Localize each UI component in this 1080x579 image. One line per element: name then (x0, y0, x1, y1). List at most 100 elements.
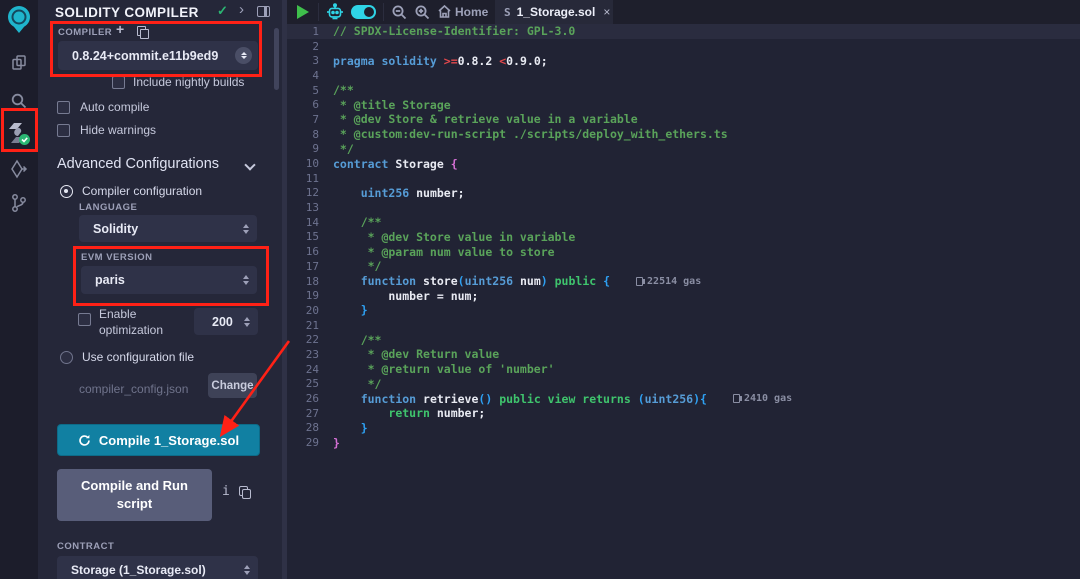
code-line[interactable]: 17 */ (287, 259, 1080, 274)
evm-version-value: paris (81, 273, 243, 287)
contract-select[interactable]: Storage (1_Storage.sol) (57, 556, 258, 579)
compiler-configuration-radio[interactable] (60, 185, 73, 198)
code-line[interactable]: 12 uint256 number; (287, 186, 1080, 201)
info-icon[interactable]: i (222, 484, 230, 499)
line-number: 10 (287, 157, 333, 170)
git-branch-icon[interactable] (0, 186, 38, 220)
code-line[interactable]: 1// SPDX-License-Identifier: GPL-3.0 (287, 24, 1080, 39)
code-line[interactable]: 26 function retrieve() public view retur… (287, 391, 1080, 406)
code-line[interactable]: 14 /** (287, 215, 1080, 230)
language-label: LANGUAGE (79, 202, 137, 213)
select-stepper-icon (244, 565, 250, 575)
code-line[interactable]: 21 (287, 318, 1080, 333)
code-line[interactable]: 4 (287, 68, 1080, 83)
code-line[interactable]: 6 * @title Storage (287, 97, 1080, 112)
search-icon[interactable] (0, 84, 38, 118)
deploy-run-icon[interactable] (0, 152, 38, 186)
line-number: 17 (287, 260, 333, 273)
code-line[interactable]: 29} (287, 435, 1080, 450)
tab-1-storage-sol[interactable]: S 1_Storage.sol × (495, 0, 613, 24)
refresh-icon (78, 434, 91, 447)
tab-filename: 1_Storage.sol (517, 5, 596, 19)
use-configuration-file-radio[interactable] (60, 351, 73, 364)
line-number: 29 (287, 436, 333, 449)
line-number: 9 (287, 142, 333, 155)
code-line[interactable]: 18 function store(uint256 num) public {2… (287, 274, 1080, 289)
enable-optimization-label: Enable optimization (99, 307, 183, 338)
zoom-out-icon[interactable] (391, 4, 408, 26)
code-line[interactable]: 27 return number; (287, 406, 1080, 421)
auto-compile-checkbox[interactable] (57, 101, 70, 114)
add-compiler-icon[interactable]: + (116, 21, 124, 37)
panel-scrollbar[interactable] (274, 28, 279, 90)
nightly-builds-checkbox[interactable] (112, 76, 125, 89)
gas-pump-icon (636, 277, 643, 286)
compiler-version-select[interactable]: 0.8.24+commit.e11b9ed9 (58, 41, 258, 70)
line-number: 21 (287, 319, 333, 332)
compile-button[interactable]: Compile 1_Storage.sol (57, 424, 260, 456)
home-tab-label[interactable]: Home (455, 5, 488, 19)
code-editor: Home S 1_Storage.sol × 1// SPDX-License-… (287, 0, 1080, 579)
line-number: 22 (287, 333, 333, 346)
code-line[interactable]: 16 * @param num value to store (287, 244, 1080, 259)
panel-title: SOLIDITY COMPILER (55, 5, 199, 20)
line-number: 24 (287, 363, 333, 376)
line-number: 8 (287, 128, 333, 141)
chevron-down-icon[interactable] (244, 159, 255, 170)
line-number: 16 (287, 245, 333, 258)
code-line[interactable]: 23 * @dev Return value (287, 347, 1080, 362)
nightly-builds-label: Include nightly builds (133, 75, 244, 89)
optimization-runs-input[interactable]: 200 (194, 308, 258, 335)
hide-warnings-checkbox[interactable] (57, 124, 70, 137)
chevron-right-icon[interactable]: › (239, 1, 244, 18)
copy-version-icon[interactable] (137, 26, 146, 36)
code-line[interactable]: 5/** (287, 83, 1080, 98)
pin-panel-icon[interactable] (257, 6, 270, 17)
line-number: 5 (287, 84, 333, 97)
change-config-button[interactable]: Change (208, 373, 257, 398)
language-select[interactable]: Solidity (79, 215, 257, 242)
code-line[interactable]: 24 * @return value of 'number' (287, 362, 1080, 377)
code-line[interactable]: 7 * @dev Store & retrieve value in a var… (287, 112, 1080, 127)
code-line[interactable]: 3pragma solidity >=0.8.2 <0.9.0; (287, 53, 1080, 68)
code-line[interactable]: 9 */ (287, 142, 1080, 157)
contract-value: Storage (1_Storage.sol) (57, 563, 244, 577)
remix-logo[interactable] (0, 2, 38, 36)
solidity-file-icon: S (504, 6, 511, 19)
code-line[interactable]: 8 * @custom:dev-run-script ./scripts/dep… (287, 127, 1080, 142)
contract-label: CONTRACT (57, 541, 114, 552)
evm-version-select[interactable]: paris (81, 266, 257, 294)
code-line[interactable]: 19 number = num; (287, 288, 1080, 303)
line-number: 15 (287, 230, 333, 243)
code-line[interactable]: 15 * @dev Store value in variable (287, 230, 1080, 245)
code-line[interactable]: 20 } (287, 303, 1080, 318)
code-line[interactable]: 25 */ (287, 377, 1080, 392)
line-number: 11 (287, 172, 333, 185)
tab-close-icon[interactable]: × (603, 5, 610, 19)
solidity-compiler-icon[interactable] (0, 116, 38, 150)
evm-version-label: EVM VERSION (81, 252, 153, 263)
line-number: 12 (287, 186, 333, 199)
home-icon[interactable] (437, 4, 452, 24)
enable-optimization-checkbox[interactable] (78, 313, 91, 326)
code-line[interactable]: 10contract Storage { (287, 156, 1080, 171)
file-explorer-icon[interactable] (0, 46, 38, 80)
code-line[interactable]: 22 /** (287, 332, 1080, 347)
ai-toggle-switch[interactable] (351, 5, 376, 19)
ai-assistant-icon[interactable] (325, 3, 345, 26)
advanced-configurations-title[interactable]: Advanced Configurations (57, 156, 219, 172)
line-number: 13 (287, 201, 333, 214)
copy-icon[interactable] (239, 486, 248, 496)
gas-estimate-badge: 22514 gas (636, 276, 701, 287)
select-stepper-icon (235, 47, 252, 64)
compiler-label: COMPILER (58, 27, 112, 38)
zoom-in-icon[interactable] (414, 4, 431, 26)
code-line[interactable]: 13 (287, 200, 1080, 215)
code-line[interactable]: 2 (287, 39, 1080, 54)
compile-and-run-label: Compile and Run script (71, 477, 198, 512)
code-line[interactable]: 11 (287, 171, 1080, 186)
code-line[interactable]: 28 } (287, 421, 1080, 436)
compile-and-run-button[interactable]: Compile and Run script (57, 469, 212, 521)
run-script-icon[interactable] (297, 5, 309, 19)
icon-rail (0, 0, 38, 579)
